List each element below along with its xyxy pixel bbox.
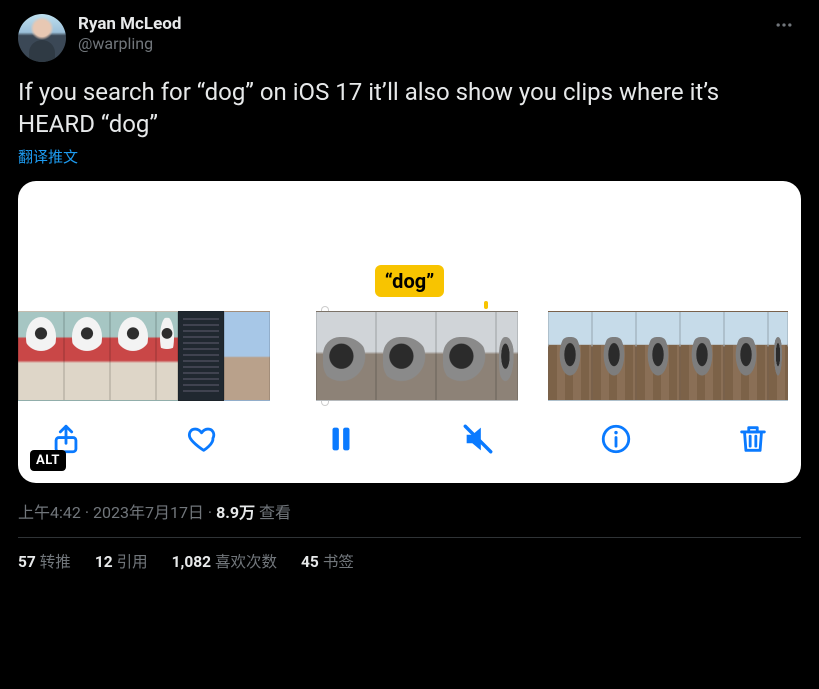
info-icon: [599, 422, 633, 456]
video-scrubber-strip[interactable]: [18, 311, 801, 401]
bookmarks-stat[interactable]: 45书签: [301, 550, 354, 572]
speaker-muted-icon: [461, 422, 495, 456]
more-options-button[interactable]: [767, 8, 801, 42]
media-card[interactable]: “dog”: [18, 181, 801, 483]
caption-pointer: [484, 301, 488, 309]
ellipsis-icon: [774, 15, 794, 35]
thumbnail: [64, 311, 110, 401]
tweet-container: Ryan McLeod @warpling If you search for …: [0, 0, 819, 580]
caption-bubble-row: “dog”: [18, 265, 801, 309]
thumbnail: [592, 311, 636, 401]
alt-text-badge[interactable]: ALT: [30, 450, 66, 471]
thumbnail: [224, 311, 270, 401]
info-button[interactable]: [596, 419, 636, 459]
thumbnail: [156, 311, 178, 401]
divider: [18, 537, 801, 538]
thumbnail: [636, 311, 680, 401]
thumbnail: [178, 311, 224, 401]
author-display-name: Ryan McLeod: [78, 14, 767, 34]
thumbnail: [496, 311, 518, 401]
pause-icon: [324, 422, 358, 456]
thumbnail: [376, 311, 436, 401]
tweet-meta[interactable]: 上午4:42 2023年7月17日 8.9万 查看: [18, 499, 801, 523]
thumbnail: [18, 311, 64, 401]
tweet-stats: 57转推 12引用 1,082喜欢次数 45书签: [18, 550, 801, 572]
translate-link[interactable]: 翻译推文: [18, 146, 801, 167]
mute-button[interactable]: [458, 419, 498, 459]
thumbnail: [724, 311, 768, 401]
thumbnail: [436, 311, 496, 401]
retweets-stat[interactable]: 57转推: [18, 550, 71, 572]
pause-button[interactable]: [321, 419, 361, 459]
thumbnail: [768, 311, 788, 401]
quotes-stat[interactable]: 12引用: [95, 550, 148, 572]
tweet-header: Ryan McLeod @warpling: [18, 14, 801, 62]
trash-icon: [736, 422, 770, 456]
thumbnail: [110, 311, 156, 401]
tweet-text: If you search for “dog” on iOS 17 it’ll …: [18, 76, 801, 140]
author-block[interactable]: Ryan McLeod @warpling: [78, 14, 767, 54]
thumbnail: [316, 311, 376, 401]
avatar[interactable]: [18, 14, 66, 62]
delete-button[interactable]: [733, 419, 773, 459]
like-button[interactable]: [183, 419, 223, 459]
author-handle: @warpling: [78, 34, 767, 54]
caption-bubble: “dog”: [375, 265, 445, 297]
thumbnail: [548, 311, 592, 401]
views-count: 8.9万: [216, 503, 255, 522]
heart-icon: [186, 422, 220, 456]
media-toolbar: [18, 401, 801, 483]
tweet-time: 上午4:42: [18, 503, 81, 522]
views-label: 查看: [259, 503, 291, 522]
thumbnail: [680, 311, 724, 401]
tweet-date: 2023年7月17日: [93, 503, 204, 522]
likes-stat[interactable]: 1,082喜欢次数: [172, 550, 277, 572]
